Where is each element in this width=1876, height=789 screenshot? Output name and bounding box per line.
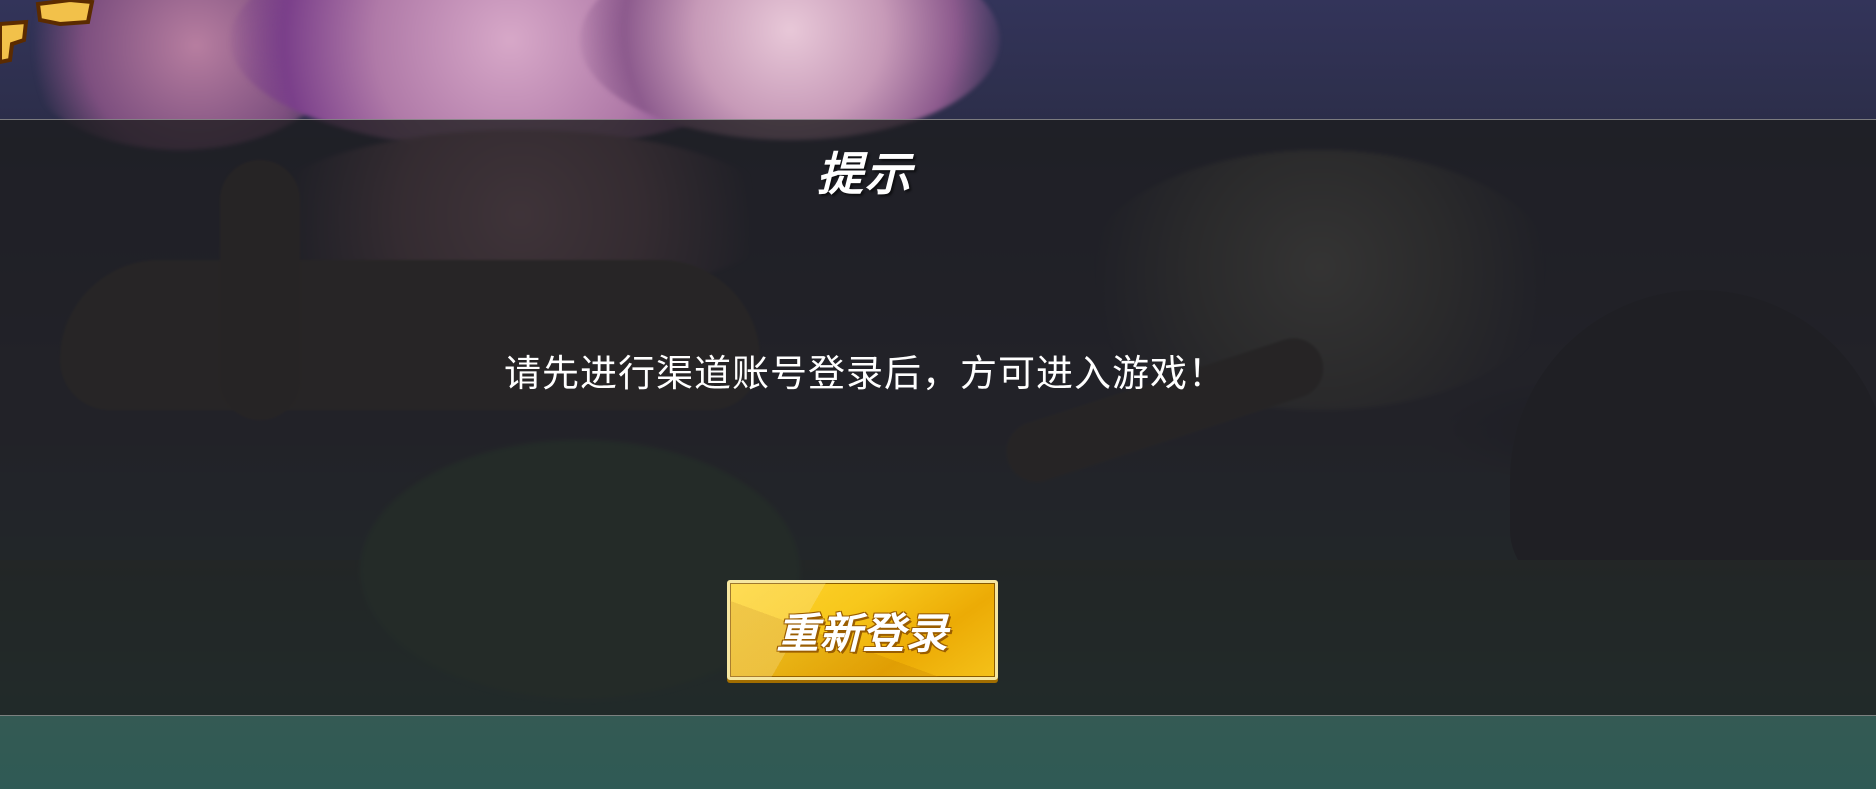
game-logo-fragment-graphic xyxy=(0,0,95,65)
relogin-button[interactable]: 重新登录 xyxy=(727,580,998,680)
relogin-button-label: 重新登录 xyxy=(776,608,949,658)
game-screen: 提示 请先进行渠道账号登录后，方可进入游戏！ 重新登录 xyxy=(0,0,1876,789)
dialog-title: 提示 xyxy=(817,147,913,201)
dialog-message: 请先进行渠道账号登录后，方可进入游戏！ xyxy=(504,352,1226,395)
game-logo-fragment xyxy=(0,0,110,70)
